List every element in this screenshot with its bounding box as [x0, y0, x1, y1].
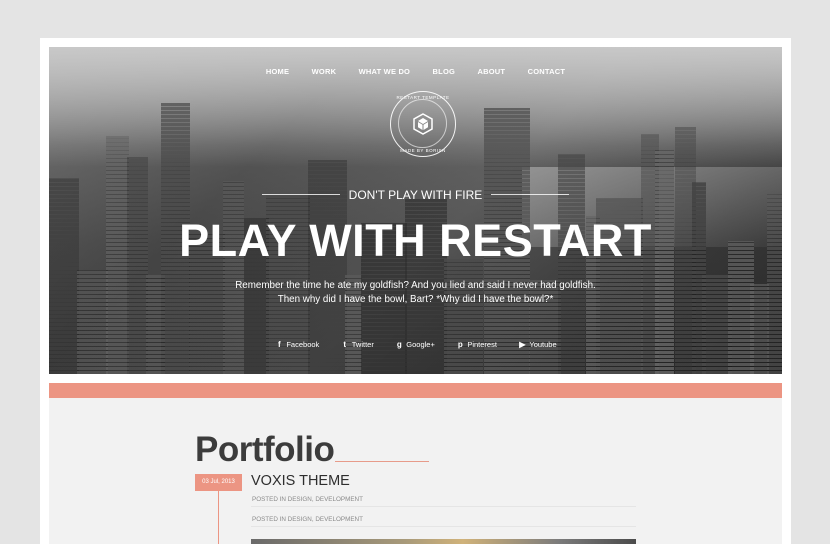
portfolio-title-underline: [335, 461, 429, 462]
divider: [251, 506, 636, 507]
nav-item-what-we-do[interactable]: WHAT WE DO: [359, 67, 410, 76]
portfolio-title: Portfolio: [195, 430, 335, 469]
accent-divider-bar: [49, 383, 782, 398]
social-link-facebook[interactable]: f Facebook: [274, 340, 319, 349]
social-link-google-plus[interactable]: g Google+: [394, 340, 435, 349]
social-label: Facebook: [286, 340, 320, 349]
youtube-icon: ▶: [519, 340, 526, 349]
subtitle-line-right: [490, 194, 569, 196]
hero-headline: PLAY WITH RESTART: [179, 215, 652, 266]
date-badge: 03 Jul, 2013: [195, 474, 242, 491]
portfolio-item-title[interactable]: VOXIS THEME: [251, 473, 350, 489]
social-label: Google+: [406, 340, 435, 349]
social-label: Twitter: [351, 340, 374, 349]
nav-item-home[interactable]: HOME: [266, 67, 289, 76]
post-meta: POSTED IN DESIGN, DEVELOPMENT: [252, 496, 363, 503]
nav-item-about[interactable]: ABOUT: [477, 67, 505, 76]
social-label: Youtube: [529, 340, 557, 349]
nav-item-blog[interactable]: BLOG: [433, 67, 455, 76]
twitter-icon: t: [343, 340, 347, 349]
portfolio-thumbnail[interactable]: [251, 539, 636, 544]
social-link-pinterest[interactable]: p Pinterest: [455, 340, 497, 349]
hero-quote: Remember the time he ate my goldfish? An…: [49, 279, 782, 307]
restart-logo[interactable]: RESTART TEMPLATE MADE BY BORISN: [390, 91, 456, 157]
social-link-youtube[interactable]: ▶ Youtube: [517, 340, 556, 349]
cube-icon: [413, 113, 433, 135]
social-label: Pinterest: [467, 340, 497, 349]
hero-subtitle-text: DON'T PLAY WITH FIRE: [348, 187, 483, 202]
nav-item-work[interactable]: WORK: [312, 67, 337, 76]
hero-quote-line-2: Then why did I have the bowl, Bart? *Why…: [277, 294, 554, 305]
skyline-building: [444, 259, 483, 374]
divider: [251, 526, 636, 527]
subtitle-line-left: [262, 194, 341, 196]
hero-section: HOME WORK WHAT WE DO BLOG ABOUT CONTACT …: [49, 47, 782, 374]
main-nav: HOME WORK WHAT WE DO BLOG ABOUT CONTACT: [49, 61, 782, 79]
social-link-twitter[interactable]: t Twitter: [340, 340, 374, 349]
social-links: f Facebook t Twitter g Google+ p Pinterest ▶…: [49, 334, 782, 352]
hero-quote-line-1: Remember the time he ate my goldfish? An…: [235, 280, 596, 291]
logo-top-text: RESTART TEMPLATE: [396, 95, 450, 100]
portfolio-section: Portfolio 03 Jul, 2013 VOXIS THEME POSTE…: [49, 398, 782, 544]
hero-subtitle: DON'T PLAY WITH FIRE: [49, 186, 782, 204]
logo-bottom-text: MADE BY BORISN: [400, 148, 446, 153]
facebook-icon: f: [278, 340, 281, 349]
timeline-line: [218, 491, 219, 544]
post-meta: POSTED IN DESIGN, DEVELOPMENT: [252, 516, 363, 523]
google-plus-icon: g: [396, 340, 402, 349]
pinterest-icon: p: [457, 340, 463, 349]
nav-item-contact[interactable]: CONTACT: [528, 67, 566, 76]
